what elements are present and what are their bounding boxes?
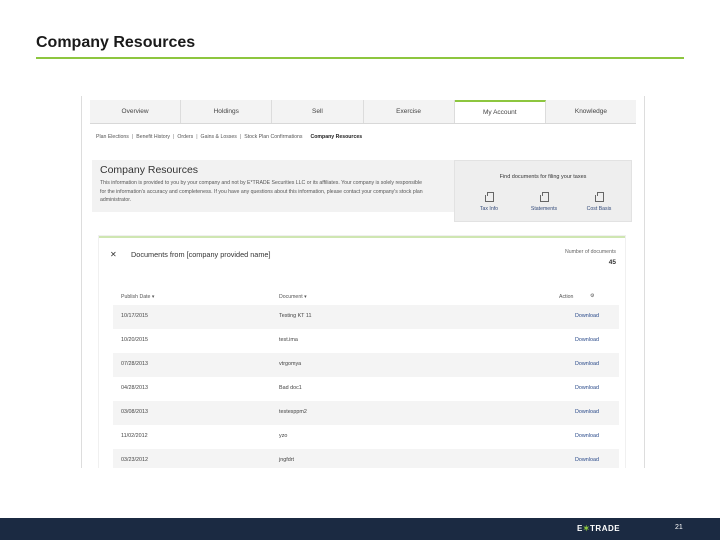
row-document: Testing KT 11 [279, 313, 312, 319]
tab-sell[interactable]: Sell [272, 100, 364, 123]
subnav-separator: | [172, 134, 175, 140]
subnav-separator: | [239, 134, 242, 140]
page-number: 21 [675, 524, 683, 531]
subnav-company-resources[interactable]: Company Resources [311, 134, 363, 140]
gear-icon[interactable]: ⚙ [590, 293, 595, 299]
documents-title: Documents from [company provided name] [131, 250, 271, 259]
cost-basis-link[interactable]: Cost Basis [579, 192, 619, 212]
tax-panel-title: Find documents for filing your taxes [499, 174, 587, 180]
documents-section: ✕ Documents from [company provided name]… [99, 236, 625, 468]
inbox-icon [539, 192, 549, 202]
row-document: test.ima [279, 337, 298, 343]
main-tabs: Overview Holdings Sell Exercise My Accou… [90, 100, 636, 124]
table-row: 03/08/2013 testesppm2 Download [113, 401, 619, 425]
row-document: Bad doc1 [279, 385, 302, 391]
page-title: Company Resources [100, 164, 199, 176]
row-date: 03/23/2012 [121, 457, 148, 463]
row-document: yzo [279, 433, 288, 439]
download-link[interactable]: Download [575, 457, 599, 463]
row-document: jngfdrt [279, 457, 294, 463]
tab-holdings[interactable]: Holdings [181, 100, 273, 123]
inbox-icon [594, 192, 604, 202]
download-link[interactable]: Download [575, 337, 599, 343]
row-date: 10/17/2015 [121, 313, 148, 319]
chevron-down-icon[interactable]: ✕ [110, 250, 117, 259]
row-date: 10/20/2015 [121, 337, 148, 343]
tax-info-label: Tax Info [479, 206, 499, 212]
documents-table: 10/17/2015 Testing KT 11 Download 10/20/… [113, 305, 619, 468]
table-row: 11/02/2012 yzo Download [113, 425, 619, 449]
subnav-separator: | [131, 134, 134, 140]
download-link[interactable]: Download [575, 433, 599, 439]
download-link[interactable]: Download [575, 385, 599, 391]
cost-basis-label: Cost Basis [586, 206, 612, 212]
page-description: This information is provided to you by y… [100, 180, 423, 204]
inbox-icon [484, 192, 494, 202]
column-action: Action [559, 294, 574, 300]
row-date: 03/08/2013 [121, 409, 148, 415]
table-row: 07/28/2013 vtrgomya Download [113, 353, 619, 377]
download-link[interactable]: Download [575, 409, 599, 415]
table-row: 03/23/2012 jngfdrt Download [113, 449, 619, 468]
table-header: Publish Date ▾ Document ▾ Action ⚙ [117, 291, 619, 306]
subnav-orders[interactable]: Orders [177, 134, 193, 140]
column-document[interactable]: Document ▾ [279, 294, 307, 300]
subnav-benefit-history[interactable]: Benefit History [136, 134, 170, 140]
row-date: 07/28/2013 [121, 361, 148, 367]
row-date: 04/28/2013 [121, 385, 148, 391]
statements-label: Statements [530, 206, 558, 212]
logo-star-icon: ✶ [582, 524, 591, 533]
table-row: 10/17/2015 Testing KT 11 Download [113, 305, 619, 329]
subnav-stock-plan-confirmations[interactable]: Stock Plan Confirmations [244, 134, 302, 140]
table-row: 04/28/2013 Bad doc1 Download [113, 377, 619, 401]
footer-bar: E✶TRADE 21 [0, 518, 720, 540]
slide-title: Company Resources [36, 34, 196, 51]
subnav-separator: | [196, 134, 198, 140]
document-count: 45 [608, 259, 616, 266]
row-date: 11/02/2012 [121, 433, 148, 439]
etrade-logo: E✶TRADE [577, 524, 620, 533]
download-link[interactable]: Download [575, 313, 599, 319]
logo-text-trade: TRADE [590, 524, 621, 533]
table-row: 10/20/2015 test.ima Download [113, 329, 619, 353]
row-document: vtrgomya [279, 361, 302, 367]
tab-my-account[interactable]: My Account [454, 100, 546, 123]
tax-info-link[interactable]: Tax Info [469, 192, 509, 212]
tax-documents-panel: Find documents for filing your taxes Tax… [454, 160, 632, 222]
download-link[interactable]: Download [575, 361, 599, 367]
sub-navigation: Plan Elections | Benefit History | Orders |… [96, 134, 362, 140]
tab-knowledge[interactable]: Knowledge [546, 100, 636, 123]
company-resources-header: Company Resources This information is pr… [92, 160, 454, 212]
tab-overview[interactable]: Overview [90, 100, 182, 123]
tab-exercise[interactable]: Exercise [364, 100, 455, 123]
document-count-label: Number of documents [564, 249, 616, 255]
subnav-plan-elections[interactable]: Plan Elections [96, 134, 129, 140]
column-publish-date[interactable]: Publish Date ▾ [121, 294, 154, 300]
screenshot-panel: Overview Holdings Sell Exercise My Accou… [81, 96, 645, 468]
title-rule [36, 57, 684, 59]
subnav-gains-losses[interactable]: Gains & Losses [201, 134, 237, 140]
statements-link[interactable]: Statements [524, 192, 564, 212]
row-document: testesppm2 [279, 409, 307, 415]
